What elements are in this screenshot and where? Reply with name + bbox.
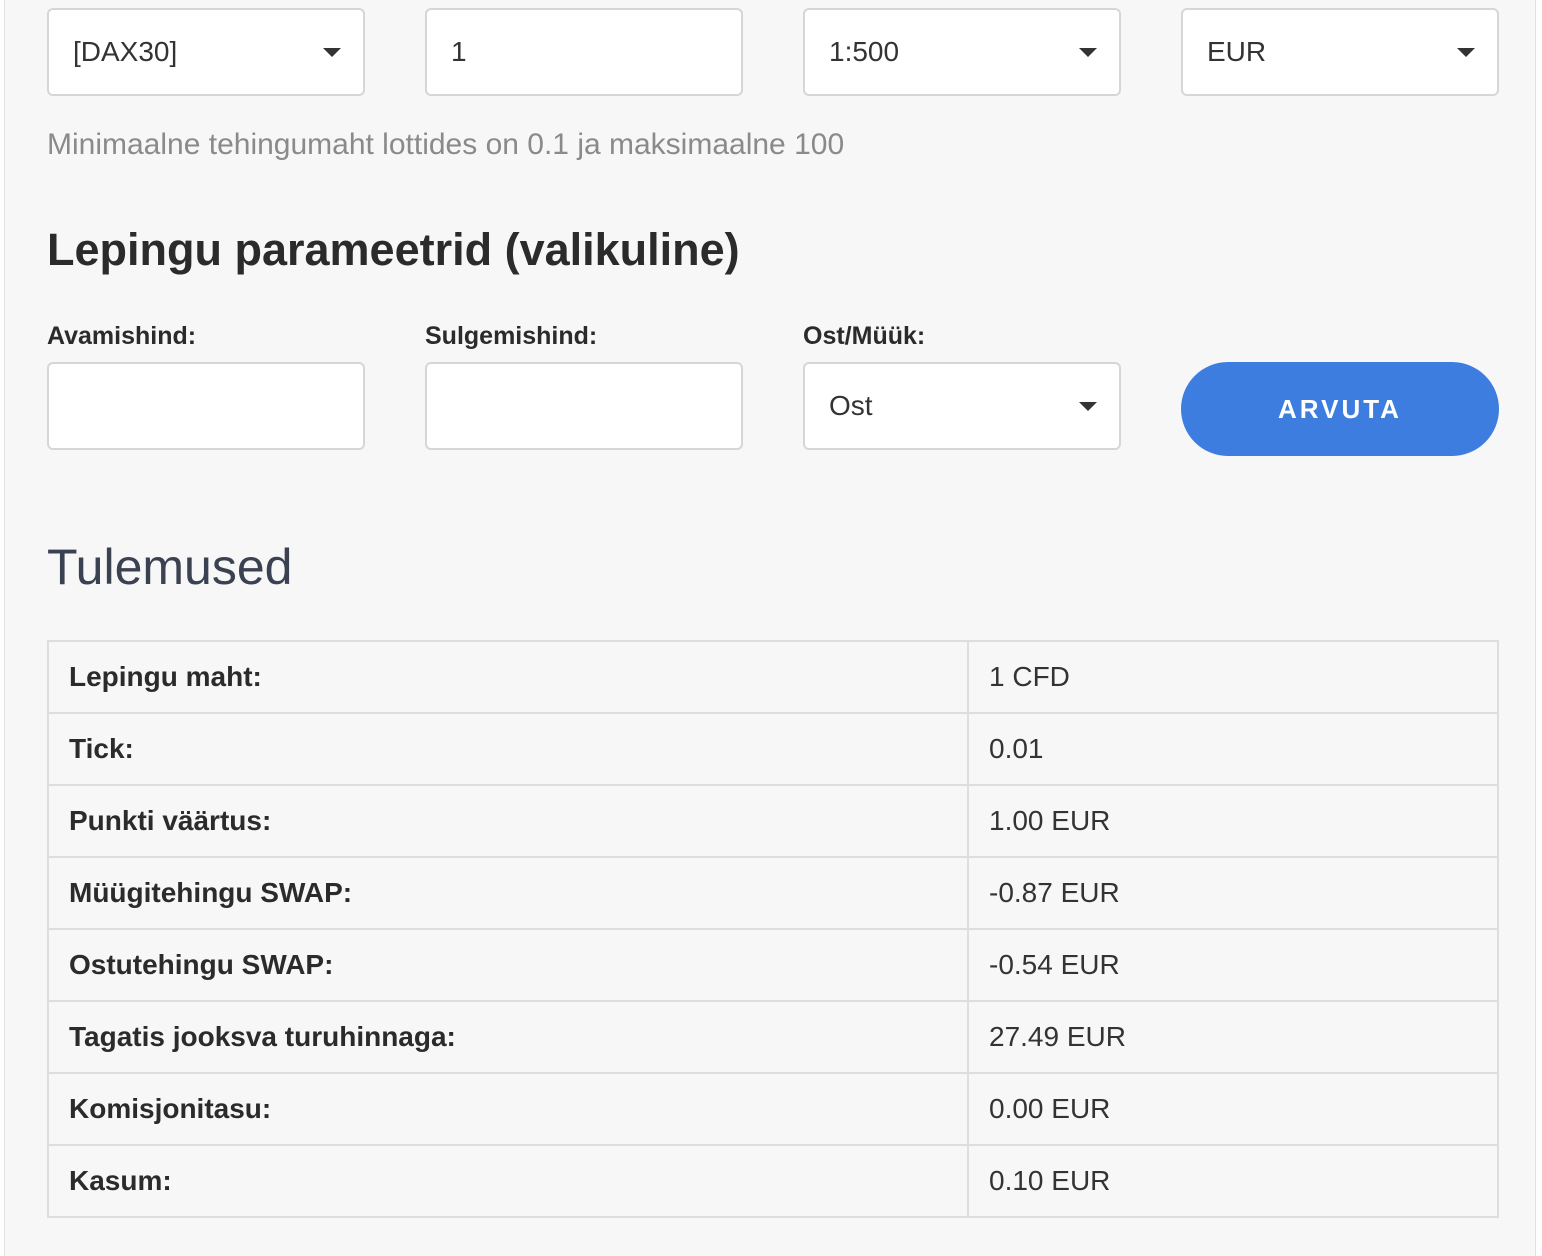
result-label: Kasum: [47, 1144, 969, 1218]
instrument-select-value: [DAX30] [73, 36, 178, 67]
instrument-select[interactable]: [DAX30] [47, 8, 365, 96]
table-row: Lepingu maht: 1 CFD [47, 640, 1499, 714]
result-label: Tagatis jooksva turuhinnaga: [47, 1000, 969, 1074]
chevron-down-icon [1079, 48, 1097, 57]
result-label: Ostutehingu SWAP: [47, 928, 969, 1002]
result-label: Komisjonitasu: [47, 1072, 969, 1146]
results-table: Lepingu maht: 1 CFD Tick: 0.01 Punkti vä… [47, 640, 1499, 1218]
volume-hint: Minimaalne tehingumaht lottides on 0.1 j… [47, 128, 845, 161]
result-value: 27.49 EUR [967, 1000, 1499, 1074]
result-value: -0.54 EUR [967, 928, 1499, 1002]
close-price-input[interactable] [425, 362, 743, 450]
contract-parameters-title: Lepingu parameetrid (valikuline) [47, 224, 740, 275]
results-title: Tulemused [47, 539, 293, 595]
chevron-down-icon [1457, 48, 1475, 57]
calculator-panel: [DAX30] 1 1:500 EUR Minimaalne tehinguma… [4, 0, 1536, 1256]
table-row: Tick: 0.01 [47, 712, 1499, 786]
calculate-button[interactable]: ARVUTA [1181, 362, 1499, 456]
direction-select-value: Ost [829, 390, 873, 421]
result-label: Lepingu maht: [47, 640, 969, 714]
open-price-input[interactable] [47, 362, 365, 450]
direction-select[interactable]: Ost [803, 362, 1121, 450]
result-label: Punkti väärtus: [47, 784, 969, 858]
result-value: 0.00 EUR [967, 1072, 1499, 1146]
result-value: -0.87 EUR [967, 856, 1499, 930]
result-value: 1.00 EUR [967, 784, 1499, 858]
leverage-select[interactable]: 1:500 [803, 8, 1121, 96]
table-row: Müügitehingu SWAP: -0.87 EUR [47, 856, 1499, 930]
open-price-label: Avamishind: [47, 322, 197, 350]
currency-select[interactable]: EUR [1181, 8, 1499, 96]
result-label: Tick: [47, 712, 969, 786]
volume-input-value: 1 [451, 36, 467, 67]
direction-label: Ost/Müük: [803, 322, 926, 350]
chevron-down-icon [1079, 402, 1097, 411]
result-value: 1 CFD [967, 640, 1499, 714]
currency-select-value: EUR [1207, 36, 1267, 67]
leverage-select-value: 1:500 [829, 36, 900, 67]
result-label: Müügitehingu SWAP: [47, 856, 969, 930]
volume-input[interactable]: 1 [425, 8, 743, 96]
table-row: Tagatis jooksva turuhinnaga: 27.49 EUR [47, 1000, 1499, 1074]
close-price-label: Sulgemishind: [425, 322, 598, 350]
result-value: 0.01 [967, 712, 1499, 786]
table-row: Ostutehingu SWAP: -0.54 EUR [47, 928, 1499, 1002]
result-value: 0.10 EUR [967, 1144, 1499, 1218]
chevron-down-icon [323, 48, 341, 57]
table-row: Punkti väärtus: 1.00 EUR [47, 784, 1499, 858]
table-row: Kasum: 0.10 EUR [47, 1144, 1499, 1218]
table-row: Komisjonitasu: 0.00 EUR [47, 1072, 1499, 1146]
